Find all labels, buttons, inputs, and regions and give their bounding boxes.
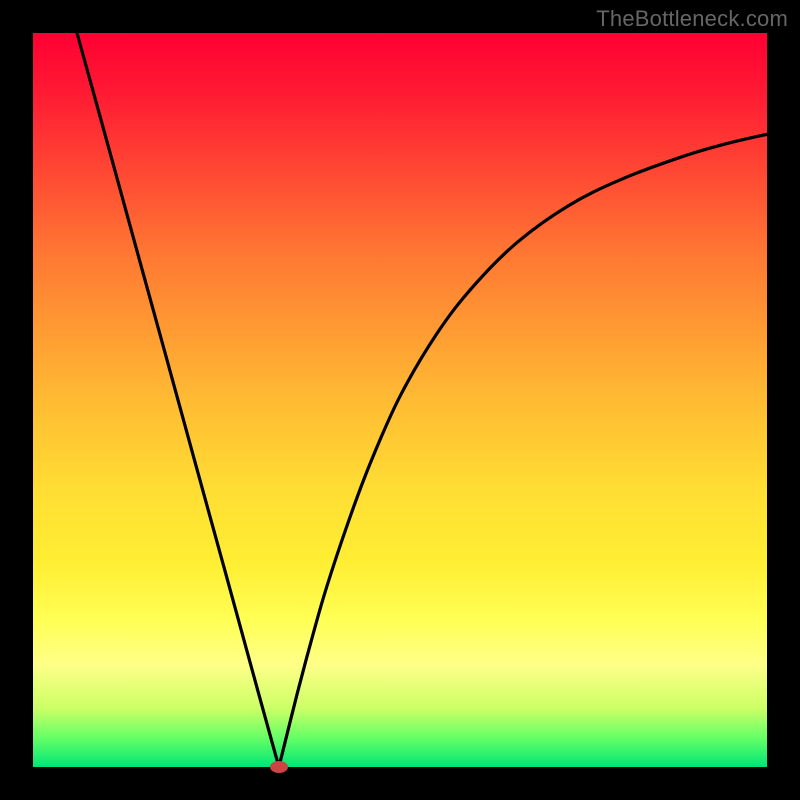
- minimum-marker: [270, 761, 288, 773]
- watermark-text: TheBottleneck.com: [596, 6, 788, 32]
- bottleneck-curve: [33, 33, 767, 767]
- curve-path: [77, 33, 767, 778]
